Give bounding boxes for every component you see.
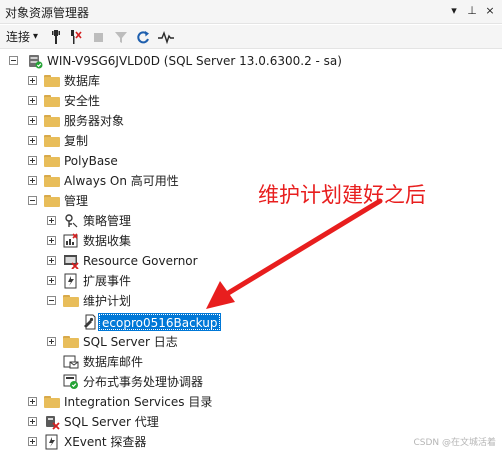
annotation-arrow xyxy=(206,198,383,309)
watermark: CSDN @在文城活着 xyxy=(413,438,496,448)
annotation-text: 维护计划建好之后 xyxy=(258,183,426,207)
